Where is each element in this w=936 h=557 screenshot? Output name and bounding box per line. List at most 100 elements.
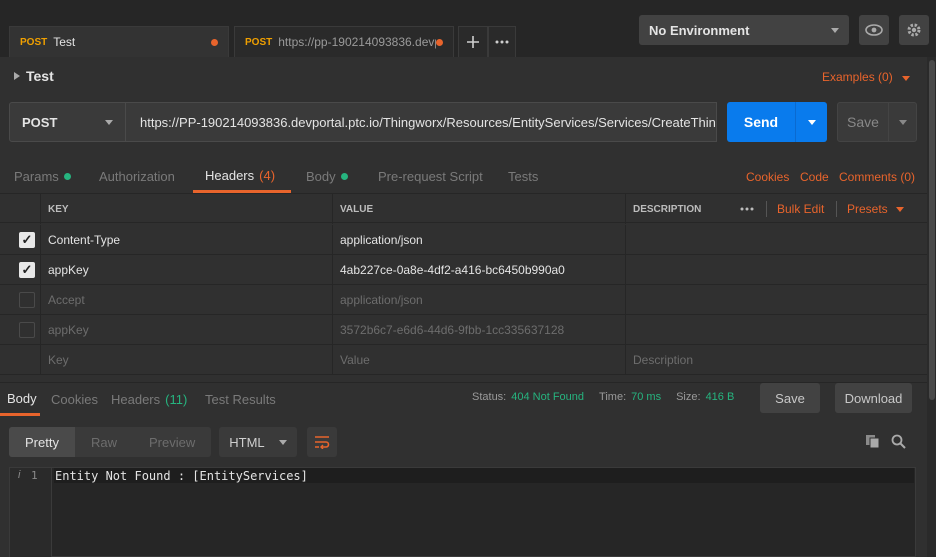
save-options-button[interactable] [889, 119, 916, 125]
search-button[interactable] [891, 434, 906, 452]
status-value[interactable]: 404 Not Found [511, 391, 584, 403]
response-body-text: Entity Not Found : [EntityServices] [54, 468, 914, 483]
row-checkbox[interactable] [0, 285, 41, 315]
download-button[interactable]: Download [835, 383, 912, 413]
header-key: KEY [41, 194, 333, 224]
environment-select[interactable]: No Environment [639, 15, 849, 45]
view-preview-button[interactable]: Preview [133, 427, 211, 457]
presets-dropdown[interactable]: Presets [847, 202, 904, 216]
headers-count: (4) [259, 167, 276, 183]
download-label: Download [844, 390, 903, 406]
comments-link[interactable]: Comments (0) [839, 160, 915, 193]
response-tab-test-results[interactable]: Test Results [205, 383, 276, 416]
cookies-label: Cookies [746, 169, 790, 184]
size-value[interactable]: 416 B [706, 391, 735, 403]
row-key[interactable]: appKey [41, 315, 333, 345]
header-checkbox-cell [0, 194, 41, 224]
copy-button[interactable] [865, 434, 880, 452]
wrap-lines-icon [315, 436, 330, 449]
format-select[interactable]: HTML [219, 427, 298, 457]
code-link[interactable]: Code [800, 160, 829, 193]
new-value-input[interactable]: Value [333, 345, 626, 375]
tab-headers[interactable]: Headers (4) [193, 160, 291, 193]
tab-authorization[interactable]: Authorization [99, 160, 175, 193]
environment-quick-look-button[interactable] [859, 15, 889, 45]
tab-body[interactable]: Body [306, 160, 348, 193]
code-label: Code [800, 169, 829, 184]
caret-right-icon [14, 72, 20, 80]
method-select[interactable]: POST [9, 102, 126, 142]
header-description-cell: DESCRIPTION Bulk Edit Presets [626, 194, 927, 224]
checkbox-checked-icon: ✓ [19, 232, 35, 248]
tab-method: POST [20, 36, 48, 48]
divider [836, 201, 837, 217]
send-button[interactable]: Send [727, 102, 827, 142]
time-value[interactable]: 70 ms [631, 391, 661, 403]
new-key-input[interactable]: Key [41, 345, 333, 375]
response-tab-cookies[interactable]: Cookies [51, 383, 98, 416]
response-tab-cookies-label: Cookies [51, 392, 98, 407]
tab-options-button[interactable] [488, 26, 516, 57]
chevron-down-icon [902, 76, 911, 81]
row-key[interactable]: appKey [41, 255, 333, 285]
wrap-lines-button[interactable] [307, 427, 338, 457]
tab-params-label: Params [14, 169, 59, 184]
row-value[interactable]: application/json [333, 285, 626, 315]
response-tab-headers-label: Headers [111, 392, 161, 407]
tab-url[interactable]: POST https://pp-190214093836.devp [234, 26, 454, 57]
row-description[interactable] [626, 315, 927, 345]
response-body-editor[interactable]: i 1 Entity Not Found : [EntityServices] [9, 467, 916, 557]
tab-test[interactable]: POST Test [9, 26, 229, 57]
tab-params[interactable]: Params [14, 160, 71, 193]
chevron-down-icon [898, 119, 907, 125]
bulk-edit-link[interactable]: Bulk Edit [777, 202, 824, 216]
save-button[interactable]: Save [837, 102, 917, 142]
row-description[interactable] [626, 285, 927, 315]
plus-icon [467, 36, 479, 48]
table-row: ✓ Content-Type application/json [0, 225, 927, 255]
line-gutter: i 1 [10, 468, 52, 557]
row-description[interactable] [626, 225, 927, 255]
response-save-button[interactable]: Save [760, 383, 820, 413]
response-tab-headers[interactable]: Headers (11) [111, 383, 187, 416]
url-input[interactable]: https://PP-190214093836.devportal.ptc.io… [126, 102, 717, 142]
row-value[interactable]: 4ab227ce-0a8e-4df2-a416-bc6450b990a0 [333, 255, 626, 285]
response-tab-body[interactable]: Body [0, 383, 40, 416]
copy-icon [866, 435, 880, 449]
tab-prerequest-label: Pre-request Script [378, 169, 483, 184]
eye-icon [865, 24, 883, 36]
row-checkbox-empty [0, 345, 41, 375]
response-headers-count: (11) [165, 392, 188, 407]
row-value[interactable]: 3572b6c7-e6d6-44d6-9fbb-1cc335637128 [333, 315, 626, 345]
row-checkbox[interactable]: ✓ [0, 255, 41, 285]
method-label: POST [22, 114, 58, 130]
row-key[interactable]: Accept [41, 285, 333, 315]
tab-tests[interactable]: Tests [508, 160, 538, 193]
request-name[interactable]: Test [14, 68, 54, 84]
row-checkbox[interactable]: ✓ [0, 225, 41, 255]
ellipsis-icon[interactable] [740, 207, 754, 211]
new-description-input[interactable]: Description [626, 345, 927, 375]
table-row-new: Key Value Description [0, 345, 927, 375]
status-label: Status: [472, 391, 507, 403]
view-pretty-button[interactable]: Pretty [9, 427, 75, 457]
row-value[interactable]: application/json [333, 225, 626, 255]
view-mode-bar: Pretty Raw Preview HTML [9, 427, 338, 457]
row-description[interactable] [626, 255, 927, 285]
tab-prerequest-script[interactable]: Pre-request Script [378, 160, 483, 193]
row-key[interactable]: Content-Type [41, 225, 333, 255]
comments-label: Comments (0) [839, 169, 916, 184]
manage-environments-button[interactable] [899, 15, 929, 45]
view-pretty-label: Pretty [25, 434, 59, 450]
scrollbar-thumb[interactable] [929, 60, 935, 400]
response-tabs: Body Cookies Headers (11) Test Results S… [0, 382, 936, 416]
line-number: 1 [31, 469, 38, 482]
row-checkbox[interactable] [0, 315, 41, 345]
status-dot-icon [63, 173, 71, 180]
send-options-button[interactable] [796, 119, 827, 125]
new-tab-button[interactable] [458, 26, 488, 57]
cookies-link[interactable]: Cookies [746, 160, 789, 193]
send-label: Send [743, 114, 779, 130]
examples-dropdown[interactable]: Examples (0) [822, 70, 911, 84]
view-raw-button[interactable]: Raw [75, 427, 133, 457]
